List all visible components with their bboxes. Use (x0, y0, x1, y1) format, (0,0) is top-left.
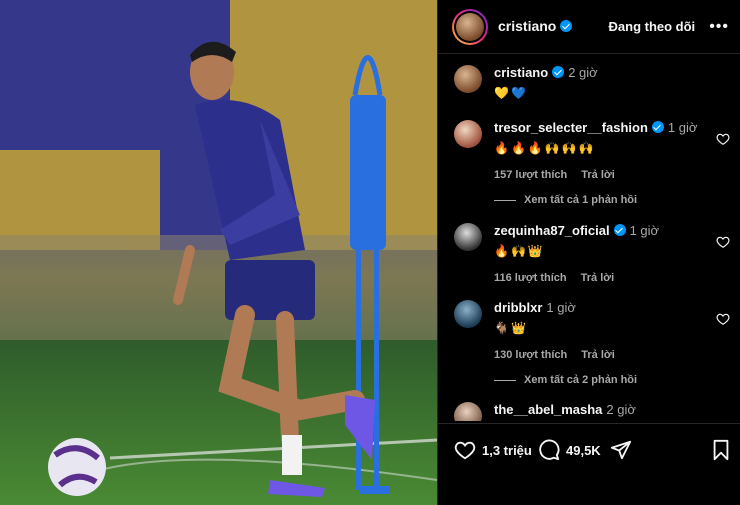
comment-text: 🔥🔥🔥🙌🙌🙌 (494, 141, 596, 155)
heart-icon[interactable] (454, 439, 476, 461)
like-count-total[interactable]: 1,3 triệu (482, 443, 532, 458)
post-actions-bar: 1,3 triệu 49,5K (438, 423, 740, 505)
more-options-icon[interactable]: ••• (709, 18, 729, 36)
author-name-row: cristiano (498, 18, 573, 36)
verified-badge-icon (560, 19, 573, 32)
post-header: cristiano Đang theo dõi ••• (438, 0, 740, 54)
following-button[interactable]: Đang theo dõi (609, 19, 696, 34)
comment-count-total[interactable]: 49,5K (566, 443, 601, 458)
like-comment-heart-icon[interactable] (716, 235, 730, 249)
reply-link[interactable]: Trả lời (581, 349, 615, 361)
post-photo[interactable] (0, 0, 437, 505)
reply-link[interactable]: Trả lời (581, 169, 615, 181)
commenter-avatar[interactable] (454, 120, 482, 148)
commenter-avatar[interactable] (454, 402, 482, 421)
view-replies-link[interactable]: Xem tất cả 2 phản hồi (494, 374, 637, 386)
author-username[interactable]: cristiano (498, 18, 556, 34)
comment-action[interactable]: 49,5K (538, 439, 601, 461)
reply-link[interactable]: Trả lời (581, 272, 615, 284)
caption-time: 2 giờ (568, 65, 598, 80)
like-action[interactable]: 1,3 triệu (454, 439, 532, 461)
commenter-username[interactable]: zequinha87_oficial (494, 223, 610, 238)
verified-badge-icon (552, 66, 565, 78)
commenter-username[interactable]: the__abel_masha (494, 402, 602, 417)
like-comment-heart-icon[interactable] (716, 132, 730, 146)
commenter-username[interactable]: tresor_selecter__fashion (494, 120, 648, 135)
like-count[interactable]: 157 lượt thích (494, 169, 567, 181)
share-action[interactable] (610, 439, 638, 461)
comment-bubble-icon[interactable] (538, 439, 560, 461)
comment-time: 2 giờ (606, 402, 636, 417)
comment-text: 🔥🙌👑 (494, 244, 545, 258)
share-paper-plane-icon[interactable] (610, 439, 632, 461)
training-photo (0, 0, 437, 505)
verified-badge-icon (651, 121, 664, 133)
comment-text: 🐐👑 (494, 321, 528, 335)
like-count[interactable]: 116 lượt thích (494, 272, 567, 284)
commenter-avatar[interactable] (454, 223, 482, 251)
verified-badge-icon (613, 224, 626, 236)
comment-time: 1 giờ (546, 300, 576, 315)
post-side-panel: cristiano Đang theo dõi ••• cristiano 2 g… (437, 0, 740, 505)
bookmark-icon[interactable] (711, 439, 731, 461)
comments-list: cristiano 2 giờ 💛💙 tresor_selecter__fashi… (438, 55, 740, 421)
like-count[interactable]: 130 lượt thích (494, 349, 567, 361)
caption-text: 💛💙 (494, 86, 528, 100)
comment-time: 1 giờ (667, 120, 698, 135)
view-replies-link[interactable]: Xem tất cả 1 phản hồi (494, 194, 637, 206)
commenter-avatar[interactable] (454, 300, 482, 328)
author-avatar[interactable] (452, 8, 488, 45)
caption-username[interactable]: cristiano (494, 65, 548, 80)
comment-time: 1 giờ (629, 223, 660, 238)
commenter-username[interactable]: dribblxr (494, 300, 542, 315)
like-comment-heart-icon[interactable] (716, 312, 730, 326)
save-action[interactable] (711, 439, 737, 461)
author-avatar-small[interactable] (454, 65, 482, 93)
